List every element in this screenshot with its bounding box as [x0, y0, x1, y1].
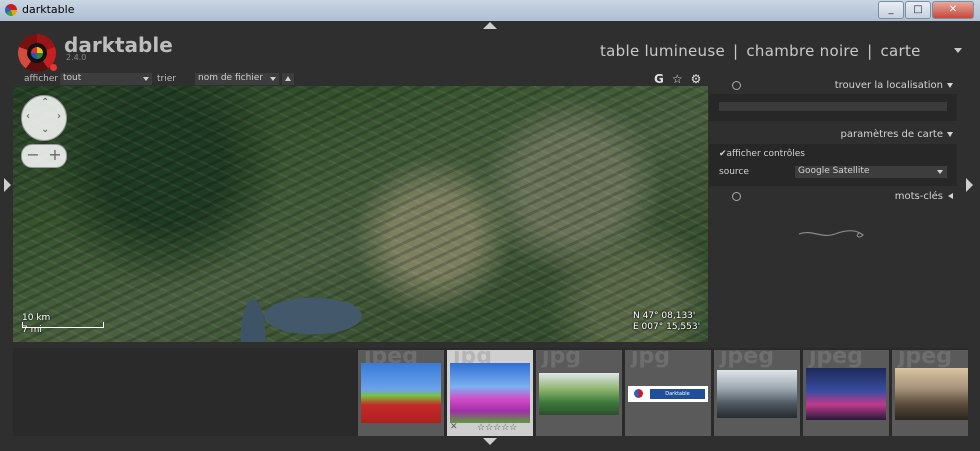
show-controls-label: afficher contrôles	[726, 149, 805, 159]
thumbnail-1[interactable]: jpeg	[358, 350, 444, 436]
thumbnail-3[interactable]: jpg	[536, 350, 622, 436]
minimize-button[interactable]: _	[878, 1, 904, 19]
view-separator: |	[867, 42, 873, 60]
show-filter-combo[interactable]: tout	[60, 73, 152, 85]
find-location-title: trouver la localisation	[834, 80, 943, 91]
panel-end-ornament-icon	[798, 230, 864, 238]
collapse-left-panel-arrow[interactable]	[4, 178, 11, 192]
chevron-down-icon	[947, 83, 953, 88]
chevron-down-icon	[143, 77, 149, 81]
thumbnail-image	[450, 363, 530, 423]
title-bar: darktable _ □ ✕	[0, 0, 980, 22]
map-settings-header[interactable]: paramètres de carte	[709, 127, 957, 143]
banner-text: Darktable	[650, 389, 705, 399]
top-toolbar-icons: G ☆ ⚙	[654, 72, 701, 86]
keywords-header[interactable]: mots-clés	[709, 189, 957, 205]
power-icon[interactable]	[732, 192, 741, 201]
collapse-right-panel-arrow[interactable]	[966, 178, 973, 192]
chevron-left-icon	[948, 193, 953, 199]
view-darkroom[interactable]: chambre noire	[746, 42, 859, 60]
zoom-out-button[interactable]: −	[22, 145, 44, 167]
thumbnail-5[interactable]: jpeg	[714, 350, 800, 436]
find-location-body	[709, 94, 957, 121]
app-icon	[5, 4, 17, 16]
thumbnail-image	[895, 368, 968, 420]
thumb-extension: jpeg	[898, 350, 952, 369]
reject-icon[interactable]: ✕	[450, 422, 458, 432]
sort-combo[interactable]: nom de fichier	[195, 73, 279, 85]
darktable-logo	[18, 34, 57, 72]
pan-left-icon[interactable]: ‹	[26, 111, 30, 122]
window-controls: _ □ ✕	[878, 1, 974, 19]
view-separator: |	[733, 42, 739, 60]
map-source-select[interactable]: Google Satellite	[795, 166, 947, 178]
show-label: afficher	[24, 74, 59, 84]
map-coordinates: N 47° 08,133' E 007° 15,553'	[633, 311, 700, 333]
grouping-icon[interactable]: G	[654, 72, 664, 86]
map-settings-title: paramètres de carte	[840, 129, 943, 140]
app-window: darktable _ □ ✕ darktable 2.4.0 table lu…	[0, 0, 980, 451]
view-map[interactable]: carte	[880, 42, 920, 60]
map-zoom-control: − +	[21, 144, 67, 168]
window-title: darktable	[22, 3, 75, 16]
power-icon[interactable]	[732, 81, 741, 90]
thumbnail-image: Darktable	[628, 386, 708, 402]
coord-north: N 47° 08,133'	[633, 311, 696, 321]
gear-icon[interactable]: ⚙	[691, 72, 702, 86]
keywords-title: mots-clés	[894, 191, 943, 202]
collapse-bottom-panel-arrow[interactable]	[483, 438, 497, 445]
thumbnail-4[interactable]: jpg Darktable	[625, 350, 711, 436]
thumb-extension: jpeg	[809, 350, 863, 369]
chevron-down-icon	[947, 132, 953, 137]
source-label: source	[719, 167, 749, 177]
zoom-in-button[interactable]: +	[44, 145, 66, 167]
view-switcher: table lumineuse | chambre noire | carte	[600, 42, 962, 60]
filmstrip: jpeg jpg ✕ ☆☆☆☆☆ jpg jpg Darktable jpeg …	[13, 348, 968, 436]
view-lighttable[interactable]: table lumineuse	[600, 42, 725, 60]
right-panel: trouver la localisation paramètres de ca…	[709, 77, 959, 341]
thumbnail-image	[361, 363, 441, 423]
chevron-down-icon	[270, 77, 276, 81]
chevron-down-icon	[937, 170, 943, 174]
sort-value: nom de fichier	[198, 73, 264, 83]
thumbnail-image	[806, 368, 886, 420]
pan-right-icon[interactable]: ›	[57, 111, 61, 122]
maximize-button[interactable]: □	[905, 1, 931, 19]
map-settings-body: ✔afficher contrôles source Google Satell…	[709, 144, 957, 186]
map-source-value: Google Satellite	[798, 166, 870, 176]
show-filter-value: tout	[63, 73, 82, 83]
map-scale: 10 km 7 mi	[22, 313, 104, 335]
sort-order-button[interactable]	[282, 73, 294, 85]
thumbnail-image	[539, 373, 619, 415]
star-rating[interactable]: ☆☆☆☆☆	[477, 423, 517, 433]
satellite-map[interactable]: ⌃ ‹ › ⌄ − + 10 km 7 mi N 47° 08,133' E 0…	[13, 86, 708, 342]
thumb-extension: jpg	[631, 350, 671, 369]
find-location-header[interactable]: trouver la localisation	[709, 78, 957, 94]
thumb-extension: jpg	[542, 350, 582, 369]
thumbnail-6[interactable]: jpeg	[803, 350, 889, 436]
app-version: 2.4.0	[66, 53, 87, 62]
map-pan-control[interactable]: ⌃ ‹ › ⌄	[21, 95, 67, 141]
more-views-chevron-icon[interactable]	[954, 48, 962, 53]
darktable-app-icon	[634, 389, 643, 398]
coord-east: E 007° 15,553'	[633, 322, 701, 332]
pan-down-icon[interactable]: ⌄	[41, 124, 49, 135]
collapse-top-panel-arrow[interactable]	[483, 22, 497, 29]
location-search-input[interactable]	[719, 102, 947, 111]
show-controls-checkbox[interactable]: ✔afficher contrôles	[719, 149, 805, 159]
thumbnail-image	[717, 370, 797, 418]
thumb-extension: jpeg	[720, 350, 774, 369]
pan-up-icon[interactable]: ⌃	[41, 97, 49, 108]
close-button[interactable]: ✕	[932, 1, 974, 19]
star-icon[interactable]: ☆	[672, 72, 683, 86]
thumbnail-7[interactable]: jpeg	[892, 350, 968, 436]
scale-bar	[22, 322, 104, 328]
thumbnail-2-selected[interactable]: jpg ✕ ☆☆☆☆☆	[447, 350, 533, 436]
